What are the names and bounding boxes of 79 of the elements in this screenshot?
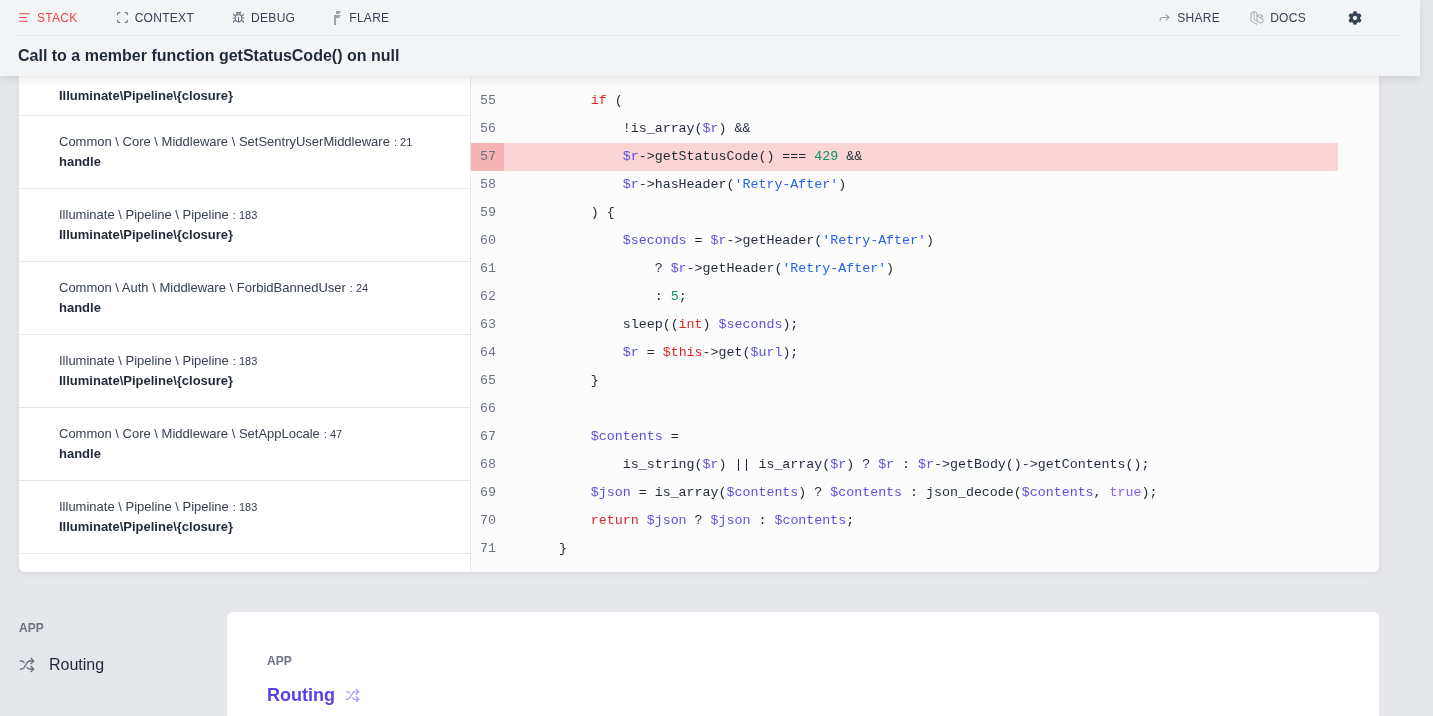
frame-file-path: Illuminate \ Pipeline \ Pipeline — [59, 207, 229, 222]
frame-file-path: Illuminate \ Pipeline \ Pipeline — [59, 499, 229, 514]
code-line: ? $r->getHeader('Retry-After') — [653, 260, 895, 279]
shuffle-icon — [345, 688, 360, 703]
stack-frame[interactable]: Illuminate \ Pipeline \ Pipeline : 183 Illuminate\Pipeline\{closure} — [19, 335, 470, 408]
cube-logo-icon — [1250, 10, 1265, 25]
expand-frame-icon — [115, 11, 129, 24]
line-number: 57 — [471, 143, 504, 171]
frame-line-number: : 47 — [323, 428, 343, 440]
stack-frame[interactable]: Illuminate \ Pipeline \ Pipeline : 183 Illuminate\Pipeline\{closure} — [19, 481, 470, 554]
line-number: 66 — [479, 400, 497, 419]
frame-line-number: : 183 — [232, 209, 258, 221]
code-line: $contents = — [589, 428, 679, 447]
line-number: 71 — [479, 540, 497, 559]
frame-line-number: : 21 — [393, 136, 413, 148]
error-title: Call to a member function getStatusCode() on null — [18, 46, 400, 66]
bug-icon — [232, 11, 246, 24]
line-number: 65 — [479, 372, 497, 391]
shuffle-icon — [19, 657, 35, 673]
nav-tab[interactable]: DEBUG — [232, 3, 312, 32]
stack-frame[interactable]: Illuminate \ Pipeline \ Pipeline : 183 Illuminate\Pipeline\{closure} — [19, 189, 470, 262]
frame-method: handle — [59, 153, 102, 171]
line-number: 60 — [479, 232, 497, 251]
docs-link[interactable]: DOCS — [1250, 8, 1306, 27]
line-number: 56 — [479, 120, 497, 139]
line-number: 55 — [479, 92, 497, 111]
code-line: ) { — [589, 204, 615, 223]
line-number: 63 — [479, 316, 497, 335]
line-number: 64 — [479, 344, 497, 363]
nav-tab[interactable]: CONTEXT — [115, 3, 211, 32]
line-number: 59 — [479, 204, 497, 223]
stack-frame[interactable]: Common \ Core \ Middleware \ SetAppLocale : 47 handle — [19, 408, 470, 481]
line-number: 62 — [479, 288, 497, 307]
frame-method: Illuminate\Pipeline\{closure} — [59, 86, 235, 105]
code-line: $json = is_array($contents) ? $contents : json_decode($contents, true); — [589, 484, 1158, 503]
line-number: 69 — [479, 484, 497, 503]
section-label: APP — [267, 653, 293, 670]
code-line: if ( — [589, 92, 623, 111]
frame-line-number: : 183 — [232, 355, 258, 367]
stack-frame[interactable]: Common \ Core \ Middleware \ SetSentryUserMiddleware : 21 handle — [19, 116, 470, 189]
frame-method: Illuminate\Pipeline\{closure} — [59, 372, 235, 390]
line-number: 67 — [479, 428, 497, 447]
line-number: 70 — [479, 512, 497, 531]
code-line: $r = $this->get($url); — [621, 344, 799, 363]
code-line: sleep((int) $seconds); — [621, 316, 799, 335]
code-line: } — [557, 540, 567, 559]
frame-method: Illuminate\Pipeline\{closure} — [59, 226, 235, 244]
section-title: Routing — [267, 684, 335, 707]
frame-file-path: Common \ Auth \ Middleware \ ForbidBannedUser — [59, 280, 346, 295]
settings-button[interactable] — [1348, 10, 1362, 25]
code-line: $r->hasHeader('Retry-After') — [621, 176, 847, 195]
sidebar-section-label: APP — [19, 620, 45, 637]
line-number: 61 — [479, 260, 497, 279]
frame-line-number: : 183 — [232, 501, 258, 513]
frame-file-path: Illuminate \ Pipeline \ Pipeline — [59, 353, 229, 368]
sidebar-item[interactable]: Routing — [19, 653, 227, 677]
stack-lines-icon — [18, 11, 31, 24]
stack-frame[interactable]: Common \ Auth \ Middleware \ ForbidBannedUser : 24 handle — [19, 262, 470, 335]
line-number: 68 — [479, 456, 497, 475]
code-line: } — [589, 372, 599, 391]
code-line: is_string($r) || is_array($r) ? $r : $r->getBody()->getContents(); — [621, 456, 1150, 475]
frame-method: Illuminate\Pipeline\{closure} — [59, 518, 235, 536]
frame-method: handle — [59, 299, 102, 317]
stack-frame[interactable]: Illuminate\Pipeline\{closure} — [19, 76, 470, 116]
frame-file-path: Common \ Core \ Middleware \ SetAppLocale — [59, 426, 320, 441]
settings-icon — [1348, 10, 1362, 25]
code-line: !is_array($r) && — [621, 120, 751, 139]
share-button[interactable]: SHARE — [1158, 8, 1221, 27]
nav-tab[interactable]: FLARE — [333, 3, 406, 32]
share-arrow-icon — [1158, 11, 1172, 24]
frame-method: handle — [59, 445, 102, 463]
frame-line-number: : 24 — [349, 282, 369, 294]
code-line: : 5; — [653, 288, 687, 307]
frame-file-path: Common \ Core \ Middleware \ SetSentryUserMiddleware — [59, 134, 390, 149]
code-line: $r->getStatusCode() === 429 && — [621, 148, 863, 167]
code-line: return $json ? $json : $contents; — [589, 512, 855, 531]
line-number: 58 — [479, 176, 497, 195]
flare-logo-icon — [333, 10, 344, 25]
code-line: $seconds = $r->getHeader('Retry-After') — [621, 232, 934, 251]
